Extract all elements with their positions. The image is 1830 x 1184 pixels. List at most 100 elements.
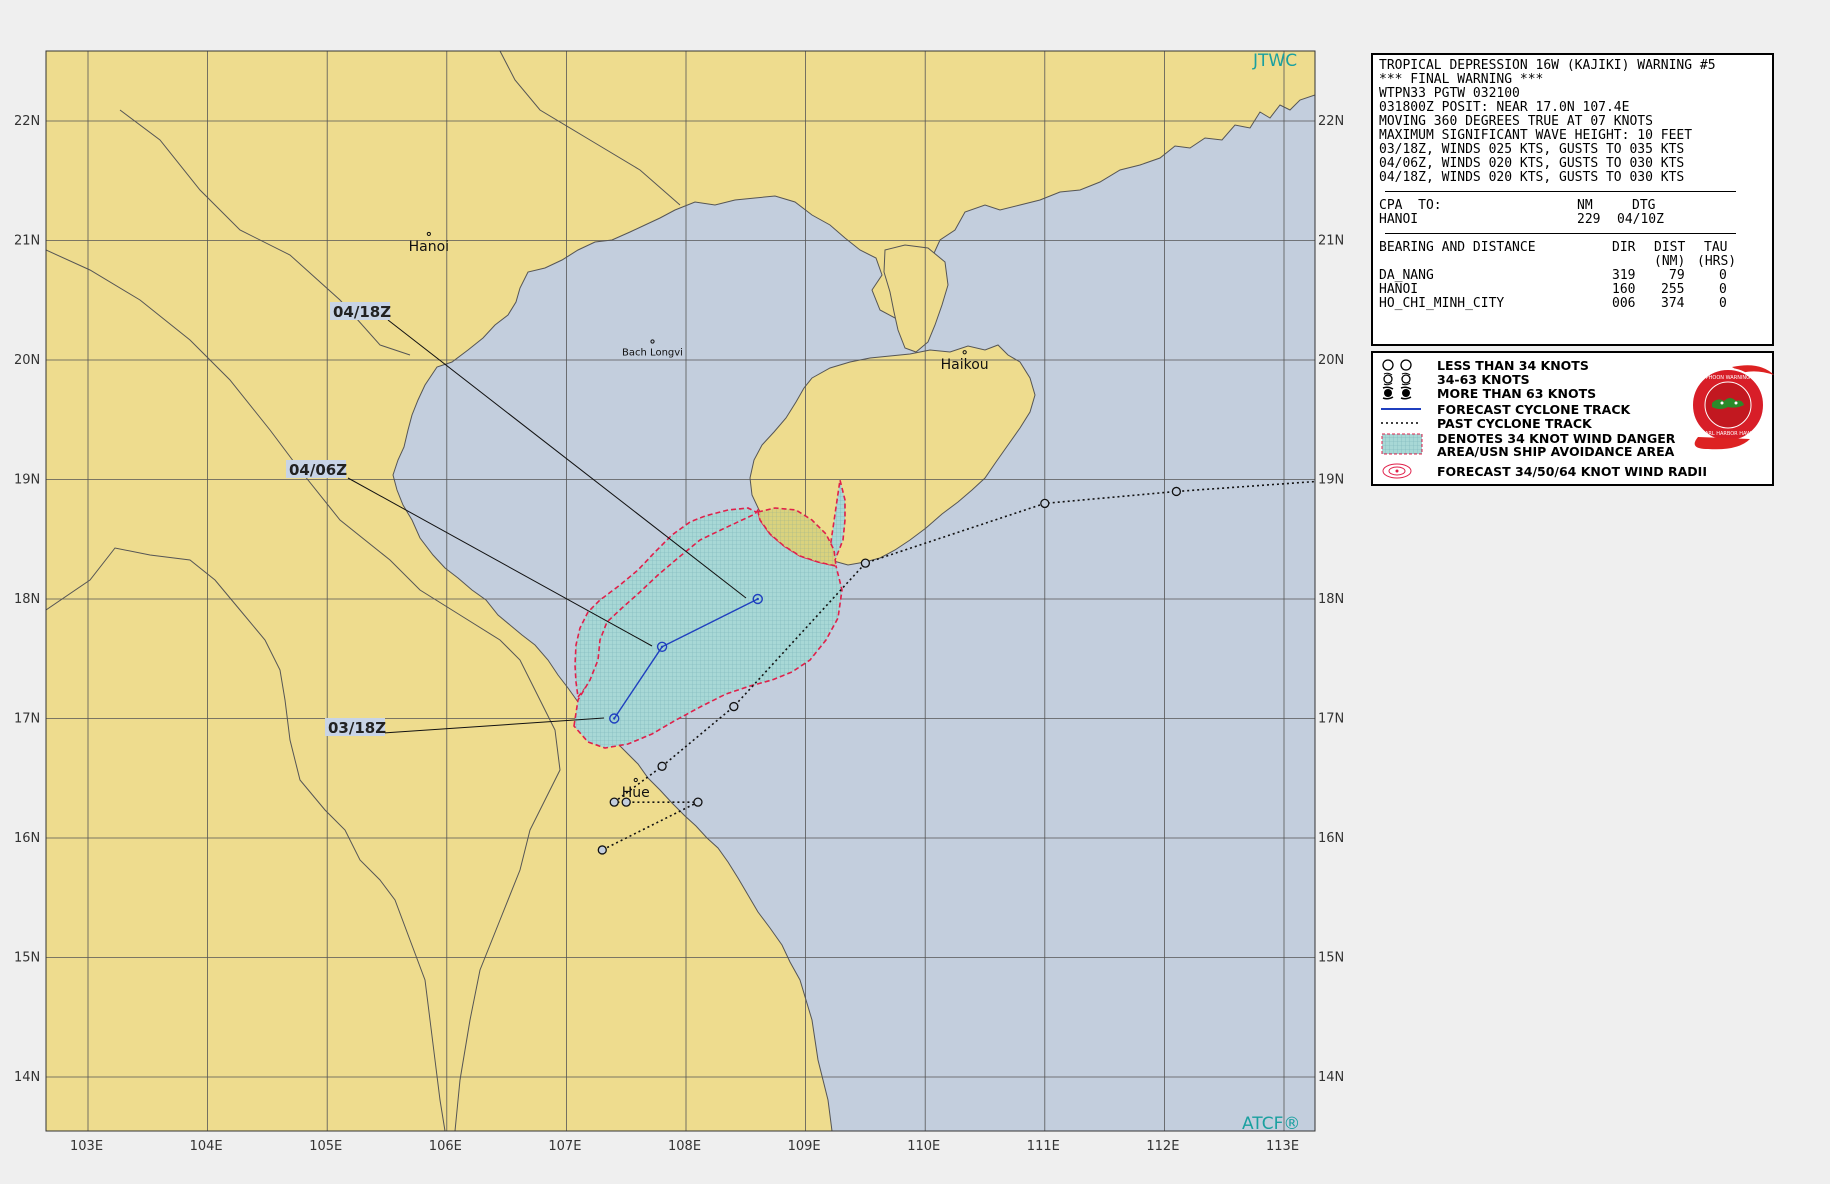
lon-label: 105E bbox=[309, 1139, 342, 1154]
forecast-track-point-center bbox=[613, 717, 616, 720]
forecast-track-line-icon bbox=[1381, 402, 1429, 416]
map-legend: LESS THAN 34 KNOTS 34-63 KNOTS MORE THAN… bbox=[1371, 351, 1774, 486]
bearing-place: DA_NANG bbox=[1379, 268, 1434, 283]
cpa-dtg-header: DTG bbox=[1632, 198, 1656, 213]
bearing-tau: 0 bbox=[1719, 296, 1727, 311]
bearing-tau: 0 bbox=[1719, 268, 1727, 283]
legend-label: 34-63 KNOTS bbox=[1437, 371, 1530, 387]
past-track-point bbox=[597, 845, 607, 855]
final-warning-line: *** FINAL WARNING *** bbox=[1379, 72, 1544, 87]
bearing-row: HANOI 160 255 0 bbox=[1379, 283, 1766, 297]
bearing-place: HANOI bbox=[1379, 282, 1419, 297]
tau-label-03-18z: 03/18Z bbox=[328, 719, 386, 737]
lat-label-right: 21N bbox=[1318, 234, 1344, 249]
lat-label-left: 21N bbox=[14, 234, 40, 249]
bearing-header-row: BEARING AND DISTANCE DIR DIST TAU bbox=[1379, 241, 1766, 255]
past-track-point bbox=[609, 797, 619, 807]
lon-label: 107E bbox=[548, 1139, 581, 1154]
lon-label: 111E bbox=[1027, 1139, 1060, 1154]
wind-radii-icon bbox=[1381, 463, 1429, 479]
bearing-subheader-row: (NM) (HRS) bbox=[1379, 255, 1766, 269]
tropical-storm-symbol-icon bbox=[1381, 372, 1429, 386]
lon-label: 106E bbox=[429, 1139, 462, 1154]
bearing-dist: 374 bbox=[1661, 296, 1685, 311]
legend-label: MORE THAN 63 KNOTS bbox=[1437, 385, 1597, 401]
lon-label: 112E bbox=[1146, 1139, 1179, 1154]
lat-label-left: 14N bbox=[14, 1070, 40, 1085]
danger-area-swatch-icon bbox=[1381, 432, 1429, 456]
legend-label: DENOTES 34 KNOT WIND DANGER AREA/USN SHI… bbox=[1437, 432, 1675, 458]
open-circle-symbol-icon bbox=[1381, 358, 1429, 372]
lon-label: 108E bbox=[668, 1139, 701, 1154]
legend-label: FORECAST CYCLONE TRACK bbox=[1437, 401, 1631, 417]
atcf-label: ATCF® bbox=[1242, 1114, 1300, 1134]
tau-label-04-06z: 04/06Z bbox=[289, 461, 347, 479]
legend-item: FORECAST CYCLONE TRACK bbox=[1381, 401, 1631, 417]
lat-label-left: 16N bbox=[14, 831, 40, 846]
position-line: 031800Z POSIT: NEAR 17.0N 107.4E bbox=[1379, 100, 1630, 115]
lon-label: 109E bbox=[788, 1139, 821, 1154]
jtwc-seal-logo: JOINT TYPHOON WARNING CENTER PEARL HARBO… bbox=[1683, 365, 1774, 450]
lat-label-left: 20N bbox=[14, 353, 40, 368]
lat-label-right: 16N bbox=[1318, 831, 1344, 846]
bearing-place: HO_CHI_MINH_CITY bbox=[1379, 296, 1505, 311]
forecast-track-point-center bbox=[660, 645, 664, 648]
lat-label-left: 15N bbox=[14, 951, 40, 966]
cpa-header-row: CPA TO: NM DTG bbox=[1379, 199, 1766, 213]
bearing-tau: 0 bbox=[1719, 282, 1727, 297]
legend-label: PAST CYCLONE TRACK bbox=[1437, 415, 1592, 431]
typhoon-symbol-icon bbox=[1381, 386, 1429, 400]
past-track-line-icon bbox=[1381, 416, 1429, 430]
legend-item: 34-63 KNOTS bbox=[1381, 371, 1530, 387]
past-track-point bbox=[657, 761, 667, 771]
lat-label-right: 14N bbox=[1318, 1070, 1344, 1085]
cpa-row: HANOI 229 04/10Z bbox=[1379, 213, 1766, 227]
wind-line-3: 04/18Z, WINDS 020 KTS, GUSTS TO 030 KTS bbox=[1379, 170, 1685, 185]
lat-label-left: 18N bbox=[14, 592, 40, 607]
jtwc-label: JTWC bbox=[1252, 51, 1297, 71]
wave-height-line: MAXIMUM SIGNIFICANT WAVE HEIGHT: 10 FEET bbox=[1379, 128, 1693, 143]
lat-label-left: 22N bbox=[14, 114, 40, 129]
past-track-point bbox=[1171, 486, 1182, 497]
wind-line-1: 03/18Z, WINDS 025 KTS, GUSTS TO 035 KTS bbox=[1379, 142, 1685, 157]
lon-label: 104E bbox=[190, 1139, 223, 1154]
legend-item: MORE THAN 63 KNOTS bbox=[1381, 385, 1597, 401]
lat-label-left: 17N bbox=[14, 712, 40, 727]
header-line: WTPN33 PGTW 032100 bbox=[1379, 86, 1520, 101]
lat-label-right: 22N bbox=[1318, 114, 1344, 129]
past-track-point bbox=[1040, 498, 1050, 509]
legend-item: FORECAST 34/50/64 KNOT WIND RADII bbox=[1381, 463, 1707, 479]
past-track-point bbox=[860, 558, 871, 568]
warning-info-panel: TROPICAL DEPRESSION 16W (KAJIKI) WARNING… bbox=[1371, 53, 1774, 346]
legend-label-line2: AREA/USN SHIP AVOIDANCE AREA bbox=[1437, 444, 1675, 459]
lon-label: 110E bbox=[907, 1139, 940, 1154]
bearing-dir: 319 bbox=[1612, 268, 1636, 283]
lat-label-right: 17N bbox=[1318, 712, 1344, 727]
separator bbox=[1385, 233, 1736, 234]
forecast-track-point-center bbox=[756, 597, 759, 601]
bearing-row: HO_CHI_MINH_CITY 006 374 0 bbox=[1379, 297, 1766, 311]
bearing-dist: 255 bbox=[1661, 282, 1685, 297]
bearing-dist: 79 bbox=[1669, 268, 1685, 283]
legend-item: PAST CYCLONE TRACK bbox=[1381, 415, 1592, 431]
movement-line: MOVING 360 DEGREES TRUE AT 07 KNOTS bbox=[1379, 114, 1653, 129]
lat-label-right: 18N bbox=[1318, 592, 1344, 607]
past-track-point bbox=[729, 701, 739, 712]
place-label: Hanoi bbox=[409, 239, 449, 255]
lat-label-right: 19N bbox=[1318, 473, 1344, 488]
cpa-nm: 229 bbox=[1577, 212, 1601, 227]
lon-label: 103E bbox=[70, 1139, 103, 1154]
lon-label: 113E bbox=[1266, 1139, 1299, 1154]
seal-top-text: JOINT TYPHOON WARNING CENTER bbox=[1683, 375, 1772, 381]
wind-line-2: 04/06Z, WINDS 020 KTS, GUSTS TO 030 KTS bbox=[1379, 156, 1685, 171]
lat-label-left: 19N bbox=[14, 473, 40, 488]
warning-title: TROPICAL DEPRESSION 16W (KAJIKI) WARNING… bbox=[1379, 58, 1716, 73]
seal-bottom-text: PEARL HARBOR HAWAII bbox=[1699, 431, 1757, 437]
longitude-labels: 103E 104E 105E 106E 107E 108E 109E 110E 111E 112E… bbox=[70, 1139, 1299, 1154]
place-label: Bach Longvi bbox=[622, 347, 683, 358]
cpa-nm-header: NM bbox=[1577, 198, 1593, 213]
tau-label-04-18z: 04/18Z bbox=[333, 303, 391, 321]
lat-label-right: 15N bbox=[1318, 951, 1344, 966]
place-label: Haikou bbox=[941, 357, 989, 373]
bearing-tau-unit: (HRS) bbox=[1697, 254, 1737, 269]
